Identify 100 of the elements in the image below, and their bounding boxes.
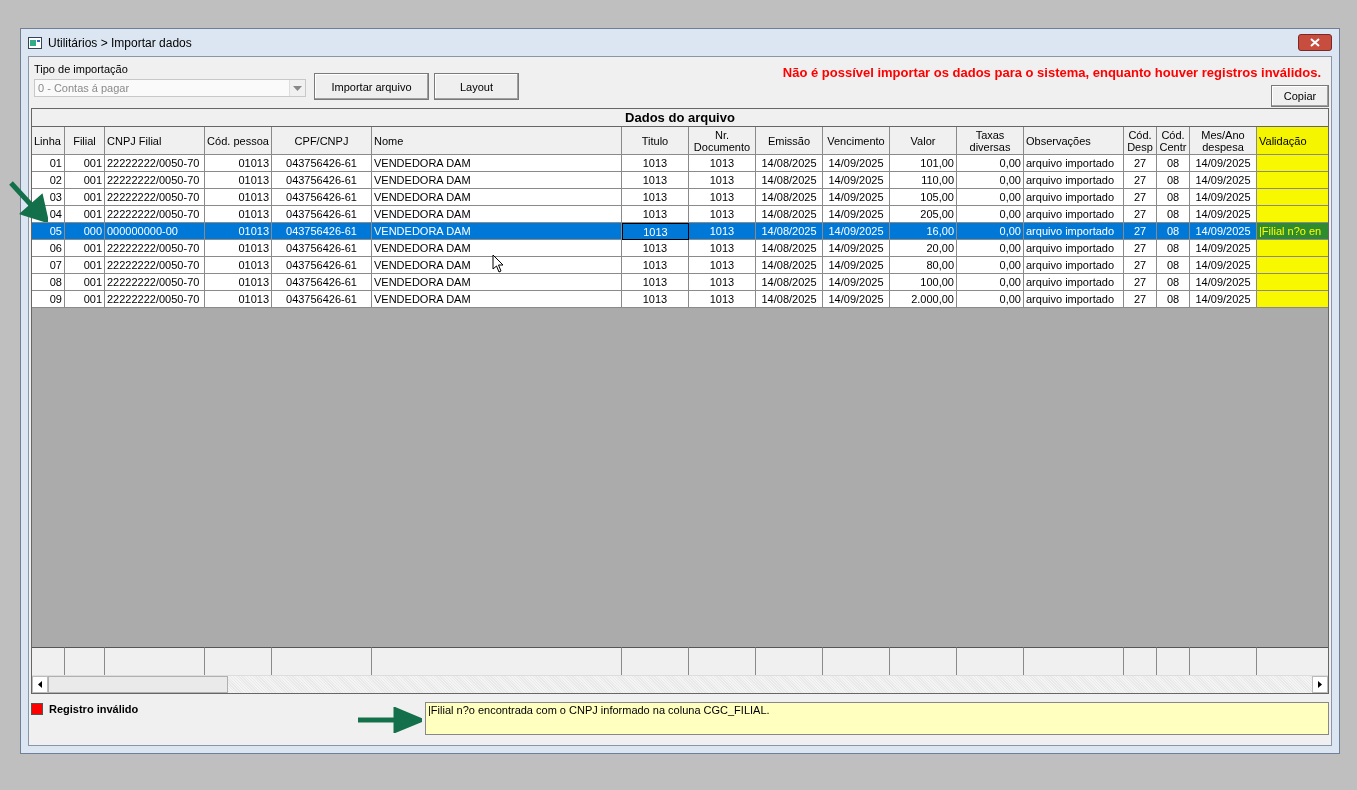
table-cell: 101,00 [890,155,957,172]
column-header[interactable]: Emissão [756,127,823,155]
table-cell: VENDEDORA DAM [372,155,622,172]
column-header[interactable]: Filial [65,127,105,155]
close-button[interactable] [1298,34,1332,51]
table-cell: 14/09/2025 [823,223,890,240]
table-cell: 16,00 [890,223,957,240]
footer-cell [756,647,823,675]
footer-cell [689,647,756,675]
arrow-icon [8,180,48,222]
table-cell: arquivo importado [1024,189,1124,206]
scroll-right-button[interactable] [1312,676,1328,693]
table-cell: 14/08/2025 [756,274,823,291]
table-cell: 01013 [205,172,272,189]
table-cell: 27 [1124,240,1157,257]
table-cell: 1013 [622,274,689,291]
table-row[interactable]: 04 001 22222222/0050-70 01013 043756426-61 VENDEDORA DAM 1013 1013 14/08/2025 14/09/2025 205,00 0,00 arquivo importado 27 08 14/09/2025 [32,206,1328,223]
table-cell: VENDEDORA DAM [372,274,622,291]
table-cell: arquivo importado [1024,291,1124,308]
table-cell: VENDEDORA DAM [372,172,622,189]
table-row[interactable]: 07 001 22222222/0050-70 01013 043756426-61 VENDEDORA DAM 1013 1013 14/08/2025 14/09/2025 80,00 0,00 arquivo importado 27 08 14/09/2025 [32,257,1328,274]
column-header[interactable]: Cód. pessoa [205,127,272,155]
table-cell: 14/09/2025 [1190,291,1257,308]
table-cell: 08 [1157,189,1190,206]
column-header[interactable]: CNPJ Filial [105,127,205,155]
table-cell: 14/09/2025 [1190,274,1257,291]
table-cell: 0,00 [957,274,1024,291]
column-header[interactable]: Cód. Desp [1124,127,1157,155]
table-cell: 0,00 [957,291,1024,308]
scroll-left-button[interactable] [32,676,48,693]
table-cell: 01013 [205,189,272,206]
table-cell: 22222222/0050-70 [105,172,205,189]
table-cell: 01013 [205,291,272,308]
table-cell: 2.000,00 [890,291,957,308]
column-header[interactable]: Valor [890,127,957,155]
app-icon [28,36,42,49]
table-cell: 14/09/2025 [1190,155,1257,172]
table-cell: 14/09/2025 [823,257,890,274]
table-cell: arquivo importado [1024,257,1124,274]
table-cell: 000 [65,223,105,240]
right-arrow-icon [1318,681,1322,688]
table-row[interactable]: 09 001 22222222/0050-70 01013 043756426-61 VENDEDORA DAM 1013 1013 14/08/2025 14/09/2025 2.000,00 0,00 arquivo importado 27 08 14/09/2025 [32,291,1328,308]
table-cell: 14/08/2025 [756,172,823,189]
footer-cell [823,647,890,675]
table-cell: 043756426-61 [272,189,372,206]
copy-button[interactable]: Copiar [1271,85,1329,107]
table-cell: 08 [1157,172,1190,189]
scroll-thumb[interactable] [48,676,228,693]
column-header[interactable]: Titulo [622,127,689,155]
table-cell: 1013 [622,172,689,189]
column-header[interactable]: Nr. Documento [689,127,756,155]
table-cell: 14/09/2025 [823,172,890,189]
column-header[interactable]: Cód. Centr [1157,127,1190,155]
grid-title: Dados do arquivo [32,109,1328,127]
table-cell: VENDEDORA DAM [372,223,622,240]
table-row[interactable]: 03 001 22222222/0050-70 01013 043756426-61 VENDEDORA DAM 1013 1013 14/08/2025 14/09/2025 105,00 0,00 arquivo importado 27 08 14/09/2025 [32,189,1328,206]
column-header[interactable]: Validação [1257,127,1328,155]
footer-cell [957,647,1024,675]
table-cell: 043756426-61 [272,240,372,257]
table-cell: 1013 [622,206,689,223]
table-cell: 09 [32,291,65,308]
import-file-button[interactable]: Importar arquivo [314,73,429,100]
column-header[interactable]: CPF/CNPJ [272,127,372,155]
table-cell: arquivo importado [1024,206,1124,223]
column-header[interactable]: Taxas diversas [957,127,1024,155]
table-cell: 27 [1124,257,1157,274]
table-row[interactable]: 08 001 22222222/0050-70 01013 043756426-61 VENDEDORA DAM 1013 1013 14/08/2025 14/09/2025 100,00 0,00 arquivo importado 27 08 14/09/2025 [32,274,1328,291]
table-cell: 14/09/2025 [1190,206,1257,223]
field-label: Tipo de importação [34,63,129,75]
table-cell: 14/09/2025 [823,189,890,206]
table-row[interactable]: 06 001 22222222/0050-70 01013 043756426-61 VENDEDORA DAM 1013 1013 14/08/2025 14/09/2025 20,00 0,00 arquivo importado 27 08 14/09/2025 [32,240,1328,257]
column-header[interactable]: Nome [372,127,622,155]
table-cell: 27 [1124,155,1157,172]
table-row[interactable]: 01 001 22222222/0050-70 01013 043756426-61 VENDEDORA DAM 1013 1013 14/08/2025 14/09/2025 101,00 0,00 arquivo importado 27 08 14/09/2025 [32,155,1328,172]
column-header[interactable]: Observações [1024,127,1124,155]
table-cell: 001 [65,257,105,274]
window-title: Utilitários > Importar dados [48,35,192,50]
table-cell: 1013 [689,206,756,223]
table-cell: 1013 [689,172,756,189]
table-cell: 08 [1157,291,1190,308]
table-cell: 14/08/2025 [756,155,823,172]
horizontal-scrollbar[interactable] [32,675,1328,693]
table-cell: 01013 [205,206,272,223]
footer-cell [1257,647,1328,675]
table-cell: 1013 [622,189,689,206]
table-cell: 0,00 [957,155,1024,172]
table-cell: 205,00 [890,206,957,223]
table-cell: 14/09/2025 [823,240,890,257]
column-header[interactable]: Linha [32,127,65,155]
table-cell: 14/09/2025 [1190,223,1257,240]
column-header[interactable]: Vencimento [823,127,890,155]
table-cell: 01013 [205,155,272,172]
table-cell: 01 [32,155,65,172]
column-header[interactable]: Mes/Ano despesa [1190,127,1257,155]
table-row[interactable]: 05 000 000000000-00 01013 043756426-61 VENDEDORA DAM 1013 1013 14/08/2025 14/09/2025 16,00 0,00 arquivo importado 27 08 14/09/2025 |Filial n?o en [32,223,1328,240]
layout-button[interactable]: Layout [434,73,519,100]
table-row[interactable]: 02 001 22222222/0050-70 01013 043756426-61 VENDEDORA DAM 1013 1013 14/08/2025 14/09/2025 110,00 0,00 arquivo importado 27 08 14/09/2025 [32,172,1328,189]
table-cell: 001 [65,240,105,257]
table-cell: 043756426-61 [272,223,372,240]
table-cell: 27 [1124,206,1157,223]
